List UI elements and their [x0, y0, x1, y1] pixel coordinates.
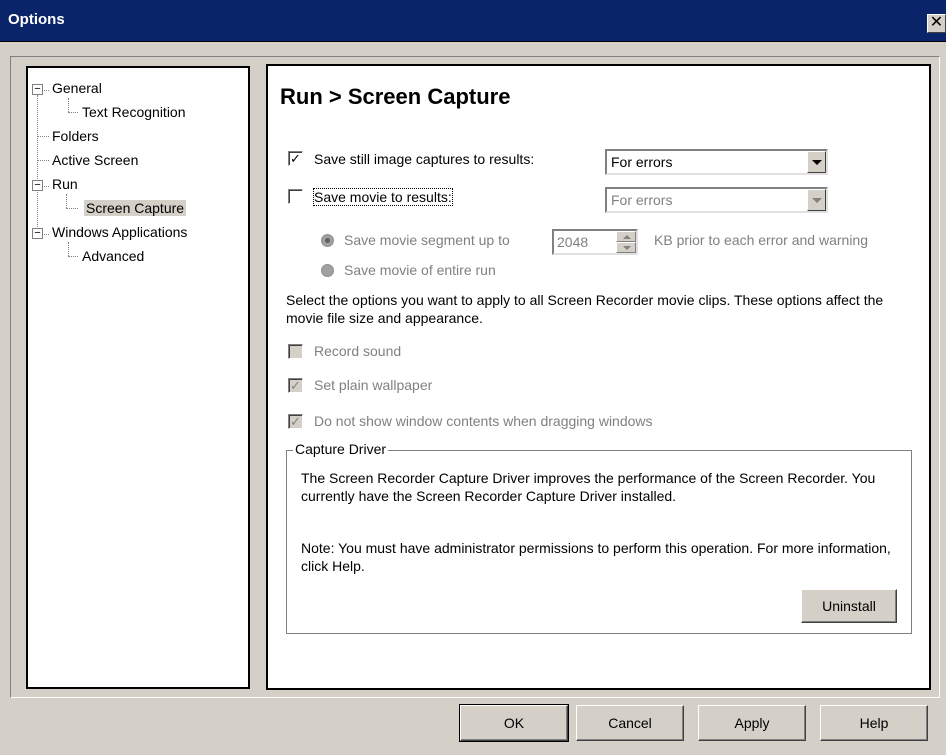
dropdown-arrow-button[interactable]: [807, 189, 826, 211]
tree-connector: [66, 194, 67, 208]
record-sound-checkbox[interactable]: [288, 344, 303, 359]
help-button[interactable]: Help: [820, 705, 928, 741]
spinner-down-button[interactable]: [616, 242, 636, 253]
apply-button[interactable]: Apply: [698, 705, 806, 741]
tree-item-folders[interactable]: Folders: [52, 128, 99, 144]
plain-wallpaper-label: Set plain wallpaper: [314, 377, 433, 393]
page-title: Run > Screen Capture: [280, 84, 511, 109]
collapse-windows-applications-icon[interactable]: −: [32, 228, 43, 239]
tree-item-text-recognition[interactable]: Text Recognition: [82, 104, 186, 120]
save-movie-label: Save movie to results:: [313, 188, 453, 206]
save-segment-label: Save movie segment up to: [344, 232, 510, 248]
spinner-up-button[interactable]: [616, 231, 636, 242]
tree-connector: [66, 208, 78, 209]
tree-connector: [37, 95, 38, 237]
tree-connector: [44, 90, 49, 91]
options-description: Select the options you want to apply to …: [286, 292, 884, 326]
tree-connector: [44, 186, 49, 187]
save-entire-run-label: Save movie of entire run: [344, 262, 496, 278]
still-images-dropdown[interactable]: For errors: [605, 149, 828, 175]
cancel-button[interactable]: Cancel: [576, 705, 684, 741]
still-images-dropdown-value: For errors: [611, 154, 673, 170]
tree-connector: [68, 242, 69, 256]
uninstall-button[interactable]: Uninstall: [801, 589, 897, 623]
checkmark-icon: ✓: [290, 151, 301, 166]
save-segment-radio[interactable]: [321, 234, 334, 247]
spinner-arrows: [616, 231, 636, 253]
tree-item-run[interactable]: Run: [52, 176, 78, 192]
options-tree: − General Text Recognition Folders Activ…: [26, 66, 250, 689]
tree-connector: [44, 234, 49, 235]
plain-wallpaper-checkbox[interactable]: ✓: [288, 378, 303, 393]
no-window-contents-label: Do not show window contents when draggin…: [314, 413, 653, 429]
tree-connector: [68, 112, 78, 113]
capture-driver-info: The Screen Recorder Capture Driver impro…: [301, 470, 876, 504]
capture-driver-note: Note: You must have administrator permis…: [301, 540, 891, 574]
capture-driver-group: Capture Driver The Screen Recorder Captu…: [286, 441, 912, 634]
capture-driver-legend: Capture Driver: [293, 441, 389, 457]
checkmark-icon: ✓: [290, 414, 301, 429]
checkmark-icon: ✓: [290, 378, 301, 393]
record-sound-label: Record sound: [314, 343, 402, 359]
ok-button[interactable]: OK: [459, 704, 569, 742]
chevron-down-icon: [812, 160, 822, 165]
dropdown-arrow-button[interactable]: [807, 151, 826, 173]
settings-panel: Run > Screen Capture ✓ Save still image …: [266, 64, 931, 690]
segment-size-value: 2048: [557, 234, 589, 250]
movie-dropdown-value: For errors: [611, 192, 673, 208]
tree-item-general[interactable]: General: [52, 80, 102, 96]
no-window-contents-checkbox[interactable]: ✓: [288, 414, 303, 429]
chevron-down-icon: [623, 246, 631, 250]
chevron-up-icon: [623, 235, 631, 239]
save-entire-run-radio[interactable]: [321, 264, 334, 277]
segment-size-spinner[interactable]: 2048: [552, 229, 638, 255]
window-title: Options: [8, 11, 65, 28]
collapse-run-icon[interactable]: −: [32, 180, 43, 191]
close-icon: ✕: [929, 14, 944, 31]
close-button[interactable]: ✕: [927, 14, 946, 33]
tree-connector: [68, 256, 78, 257]
tree-connector: [37, 160, 49, 161]
tree-item-windows-applications[interactable]: Windows Applications: [52, 224, 187, 240]
save-still-images-checkbox[interactable]: ✓: [288, 151, 303, 166]
tree-item-advanced[interactable]: Advanced: [82, 248, 144, 264]
title-bar: Options ✕: [0, 0, 946, 42]
segment-suffix-label: KB prior to each error and warning: [654, 232, 868, 248]
movie-dropdown[interactable]: For errors: [605, 187, 828, 213]
collapse-general-icon[interactable]: −: [32, 84, 43, 95]
tree-connector: [68, 98, 69, 112]
chevron-down-icon: [812, 198, 822, 203]
save-movie-checkbox[interactable]: [288, 189, 303, 204]
tree-item-active-screen[interactable]: Active Screen: [52, 152, 138, 168]
tree-connector: [37, 136, 49, 137]
tree-item-screen-capture[interactable]: Screen Capture: [84, 200, 187, 216]
save-still-images-label: Save still image captures to results:: [314, 151, 535, 167]
